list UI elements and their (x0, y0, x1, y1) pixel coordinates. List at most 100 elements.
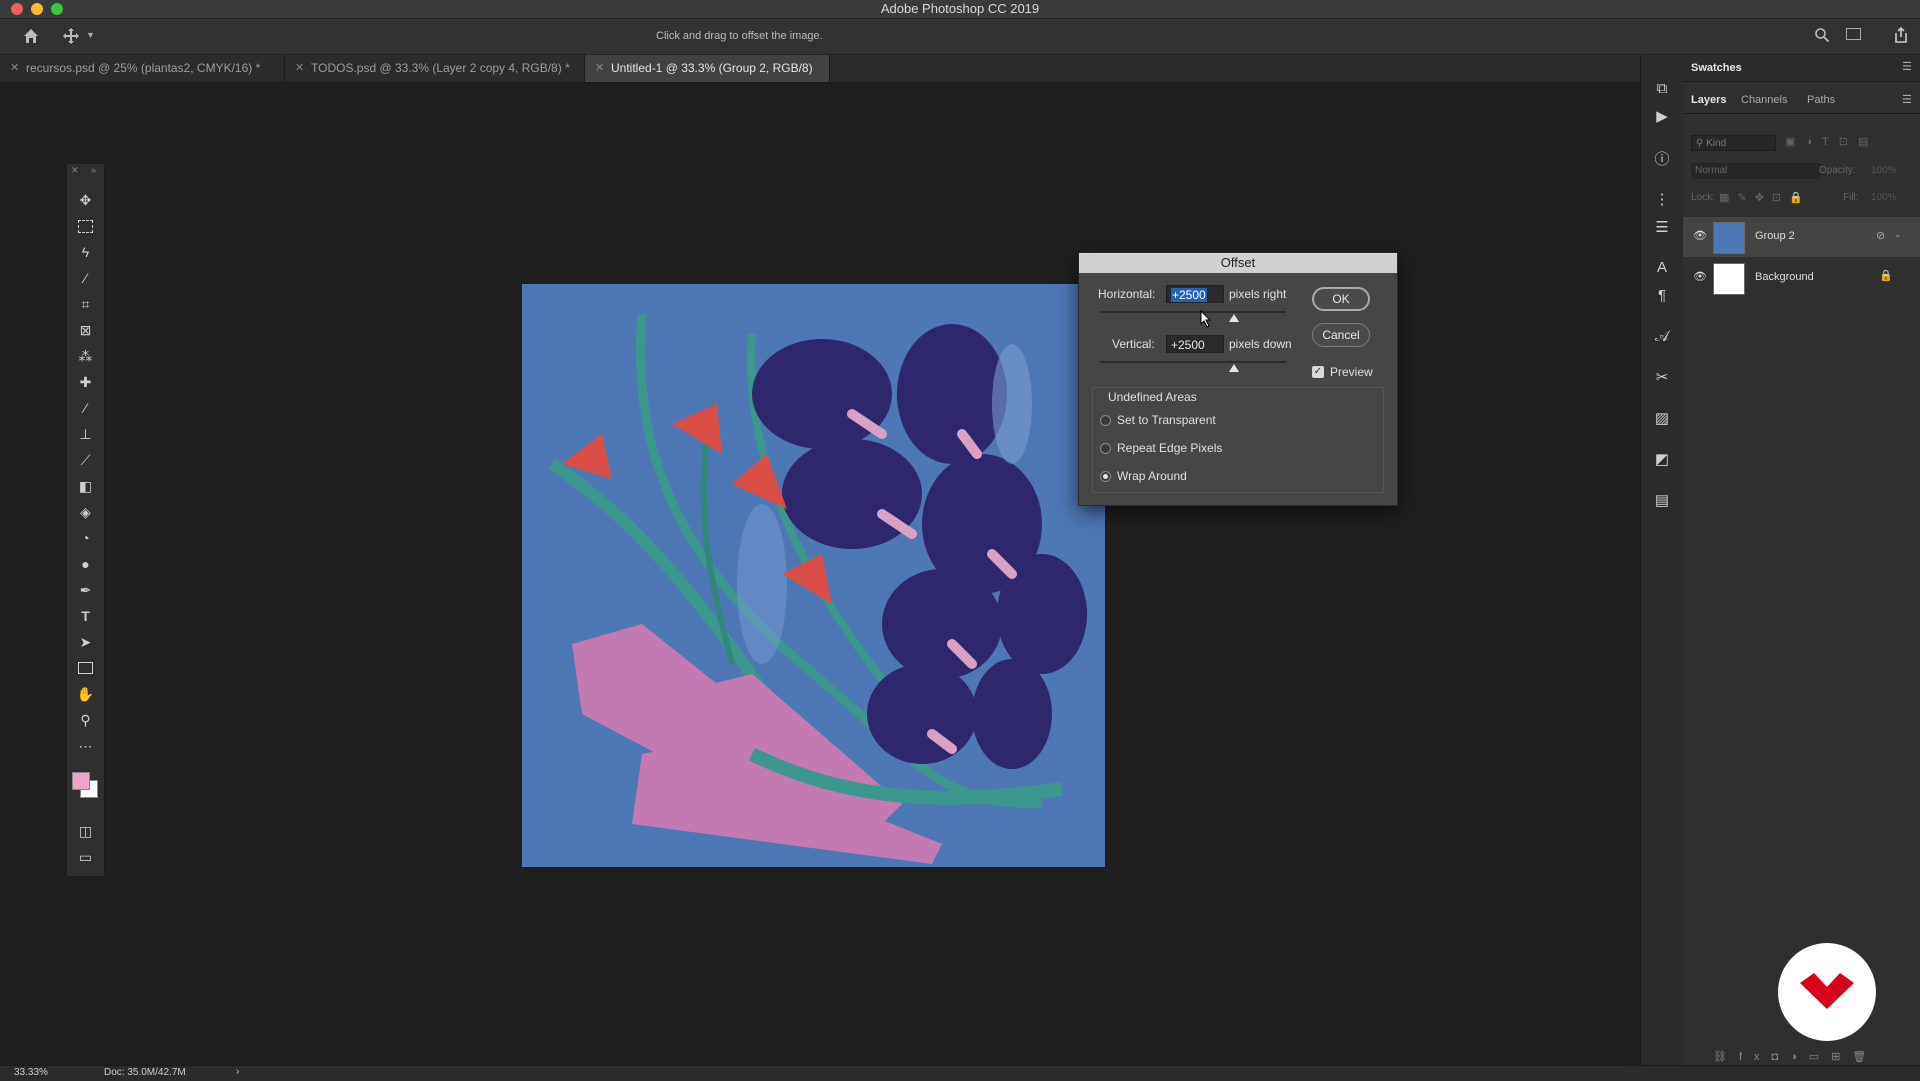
glyphs-panel-icon[interactable]: 𝒜 (1651, 325, 1673, 347)
horizontal-unit: pixels right (1229, 287, 1287, 301)
tab-recursos[interactable]: ✕ recursos.psd @ 25% (plantas2, CMYK/16)… (0, 55, 285, 82)
close-tab-icon[interactable]: ✕ (595, 55, 604, 82)
panel-menu-icon[interactable]: ☰ (1902, 60, 1912, 73)
eraser-tool-icon[interactable]: ◧ (73, 475, 98, 497)
share-icon[interactable] (1893, 26, 1909, 49)
set-to-transparent-radio[interactable] (1100, 415, 1111, 426)
character-panel-icon[interactable]: A (1651, 256, 1673, 278)
horizontal-slider-thumb[interactable] (1228, 314, 1239, 322)
panel-dock: ⧉ ▶ ⓘ ⋮ ☰ A ¶ 𝒜 ✂ ▨ ◩ ▤ (1640, 55, 1684, 1065)
filter-icons[interactable]: ▣◑T⊡▤ (1785, 135, 1878, 148)
tab-todos[interactable]: ✕ TODOS.psd @ 33.3% (Layer 2 copy 4, RGB… (285, 55, 585, 82)
type-tool-icon[interactable]: T (73, 605, 98, 627)
adjustments-panel-icon[interactable]: ☰ (1651, 216, 1673, 238)
horizontal-input[interactable]: +2500 (1166, 285, 1224, 303)
wrap-around-label[interactable]: Wrap Around (1117, 469, 1187, 483)
zoom-level[interactable]: 33.33% (14, 1067, 48, 1078)
fill-value[interactable]: 100% (1871, 192, 1897, 203)
eye-icon[interactable]: 👁 (1693, 229, 1707, 242)
styles-panel-icon[interactable]: ▤ (1651, 489, 1673, 511)
eye-icon[interactable]: 👁 (1693, 270, 1707, 283)
vertical-input[interactable]: +2500 (1166, 335, 1224, 353)
tab-untitled-1[interactable]: ✕ Untitled-1 @ 33.3% (Group 2, RGB/8) * (585, 55, 830, 102)
history-panel-icon[interactable]: ⧉ (1651, 77, 1673, 99)
tool-presets-icon[interactable]: ✂ (1651, 366, 1673, 388)
search-icon[interactable] (1814, 27, 1830, 48)
chevron-down-icon[interactable]: ▼ (86, 30, 95, 40)
chevron-down-icon[interactable]: ⌄ (1894, 229, 1902, 240)
paint-bucket-tool-icon[interactable]: ◈ (73, 501, 98, 523)
healing-tool-icon[interactable]: ✚ (73, 371, 98, 393)
horizontal-slider[interactable] (1100, 311, 1286, 313)
layer-thumbnail (1713, 263, 1745, 295)
ok-button[interactable]: OK (1312, 287, 1370, 311)
patterns-panel-icon[interactable]: ▨ (1651, 407, 1673, 429)
move-tool-icon[interactable] (62, 27, 80, 50)
repeat-edge-pixels-label[interactable]: Repeat Edge Pixels (1117, 441, 1222, 455)
eyedropper-tool-icon[interactable]: ⁂ (73, 345, 98, 367)
home-icon[interactable] (22, 27, 40, 50)
paragraph-panel-icon[interactable]: ¶ (1651, 284, 1673, 306)
blur-tool-icon[interactable]: ◔ (73, 527, 98, 549)
vertical-slider[interactable] (1100, 361, 1286, 363)
layer-filter-select[interactable]: ⚲ Kind (1691, 135, 1776, 151)
dialog-title: Offset (1079, 253, 1397, 273)
blend-mode-select[interactable]: Normal (1691, 163, 1821, 179)
panel-menu-icon[interactable]: ☰ (1902, 93, 1912, 106)
hand-tool-icon[interactable]: ✋ (73, 683, 98, 705)
wrap-around-radio[interactable] (1100, 471, 1111, 482)
tab-paths[interactable]: Paths (1799, 87, 1843, 113)
info-panel-icon[interactable]: ⓘ (1651, 147, 1673, 169)
close-tab-icon[interactable]: ✕ (295, 55, 304, 82)
brushes-panel-icon[interactable]: ⋮ (1651, 188, 1673, 210)
move-tool-icon[interactable]: ✥ (73, 189, 98, 211)
collapse-icon[interactable]: » (91, 165, 96, 175)
document-canvas[interactable] (522, 284, 1105, 867)
preview-checkbox[interactable]: ✓ (1312, 366, 1324, 378)
repeat-edge-pixels-radio[interactable] (1100, 443, 1111, 454)
actions-panel-icon[interactable]: ▶ (1651, 105, 1673, 127)
history-brush-tool-icon[interactable]: ⟋ (73, 449, 98, 471)
more-tools-icon[interactable]: ⋯ (73, 735, 98, 757)
brush-tool-icon[interactable]: ∕ (73, 397, 98, 419)
lock-icon: 🔒 (1879, 270, 1893, 282)
rectangle-tool-icon[interactable] (73, 657, 98, 679)
undefined-areas-label: Undefined Areas (1108, 390, 1197, 404)
path-select-tool-icon[interactable]: ➤ (73, 631, 98, 653)
properties-panel-icon[interactable]: ◩ (1651, 448, 1673, 470)
doc-size[interactable]: Doc: 35.0M/42.7M (104, 1067, 186, 1078)
tab-layers[interactable]: Layers (1683, 87, 1734, 113)
cancel-button[interactable]: Cancel (1312, 323, 1370, 347)
screen-mode-icon[interactable]: ▭ (73, 846, 98, 868)
layer-actions-bar[interactable]: ⛓fx◘◑▭⊞🗑 (1713, 1050, 1878, 1063)
zoom-tool-icon[interactable]: ⚲ (73, 709, 98, 731)
pen-tool-icon[interactable]: ✒ (73, 579, 98, 601)
tab-channels[interactable]: Channels (1733, 87, 1795, 113)
frame-tool-icon[interactable]: ⊠ (73, 319, 98, 341)
lock-icons[interactable]: ▦✎✥⊡🔒 (1719, 191, 1811, 204)
opacity-value[interactable]: 100% (1871, 165, 1897, 176)
layer-row-group-2[interactable]: 👁 Group 2 ⊘ ⌄ (1683, 217, 1920, 257)
quick-mask-icon[interactable]: ◫ (73, 820, 98, 842)
link-icon[interactable]: ⊘ (1876, 229, 1885, 242)
dodge-tool-icon[interactable]: ● (73, 553, 98, 575)
chevron-right-icon[interactable]: › (236, 1066, 239, 1077)
document-tab-bar: ✕ recursos.psd @ 25% (plantas2, CMYK/16)… (0, 55, 1640, 102)
vertical-slider-thumb[interactable] (1228, 364, 1239, 372)
magic-wand-tool-icon[interactable]: ⁄ (73, 267, 98, 289)
vertical-unit: pixels down (1229, 337, 1292, 351)
foreground-color-swatch[interactable] (72, 772, 90, 790)
lasso-tool-icon[interactable]: ϟ (73, 241, 98, 263)
horizontal-value: +2500 (1171, 288, 1207, 302)
set-to-transparent-label[interactable]: Set to Transparent (1117, 413, 1216, 427)
horizontal-label: Horizontal: (1098, 287, 1156, 301)
marquee-tool-icon[interactable] (73, 215, 98, 237)
close-icon[interactable]: ✕ (71, 165, 79, 176)
layer-row-background[interactable]: 👁 Background 🔒 (1683, 258, 1920, 298)
close-tab-icon[interactable]: ✕ (10, 55, 19, 82)
layer-name: Group 2 (1755, 230, 1795, 242)
crop-tool-icon[interactable]: ⌗ (73, 293, 98, 315)
tab-swatches[interactable]: Swatches (1683, 55, 1750, 81)
stamp-tool-icon[interactable]: ⊥ (73, 423, 98, 445)
workspace-icon[interactable] (1846, 28, 1861, 40)
